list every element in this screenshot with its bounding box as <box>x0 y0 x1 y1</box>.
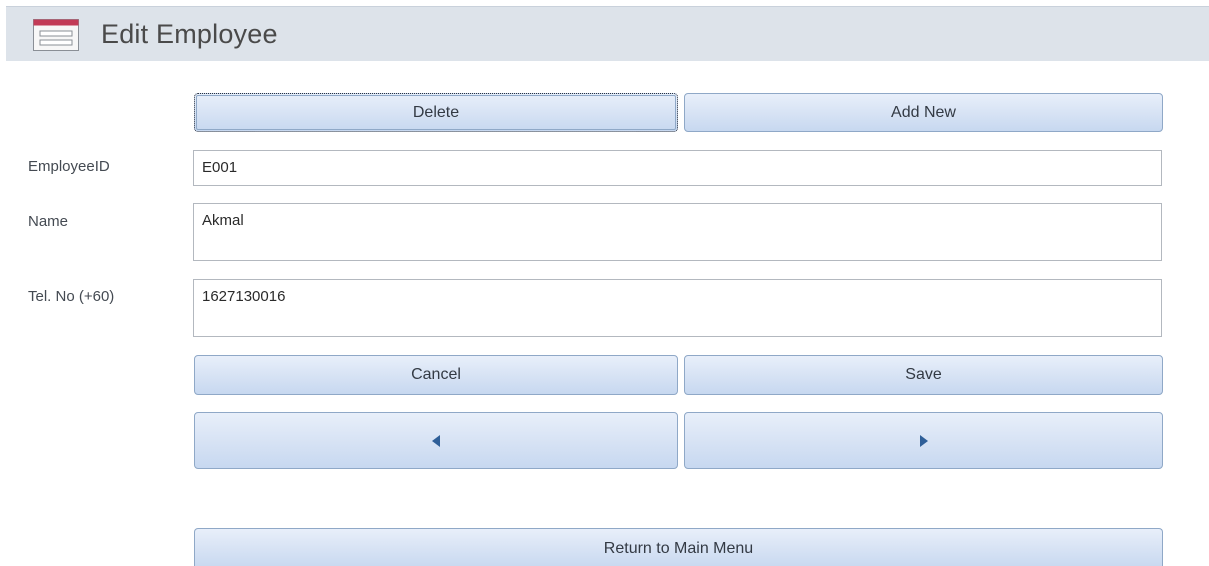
employee-id-label: EmployeeID <box>28 158 110 175</box>
form-icon <box>33 19 79 51</box>
add-new-button[interactable]: Add New <box>684 93 1163 132</box>
cancel-button[interactable]: Cancel <box>194 355 678 395</box>
tel-field[interactable]: 1627130016 <box>193 279 1162 337</box>
next-record-button[interactable] <box>684 412 1163 469</box>
tel-label: Tel. No (+60) <box>28 288 115 305</box>
edit-employee-form: Edit Employee Delete Add New EmployeeID … <box>0 0 1209 566</box>
form-header: Edit Employee <box>6 6 1209 61</box>
name-field[interactable]: Akmal <box>193 203 1162 261</box>
page-title: Edit Employee <box>101 19 278 49</box>
employee-id-field[interactable]: E001 <box>193 150 1162 186</box>
name-label: Name <box>28 213 69 230</box>
delete-button[interactable]: Delete <box>194 93 678 132</box>
triangle-right-icon <box>919 434 928 447</box>
triangle-left-icon <box>432 434 440 447</box>
previous-record-button[interactable] <box>194 412 678 469</box>
return-to-main-menu-button[interactable]: Return to Main Menu <box>194 528 1163 566</box>
save-button[interactable]: Save <box>684 355 1163 395</box>
